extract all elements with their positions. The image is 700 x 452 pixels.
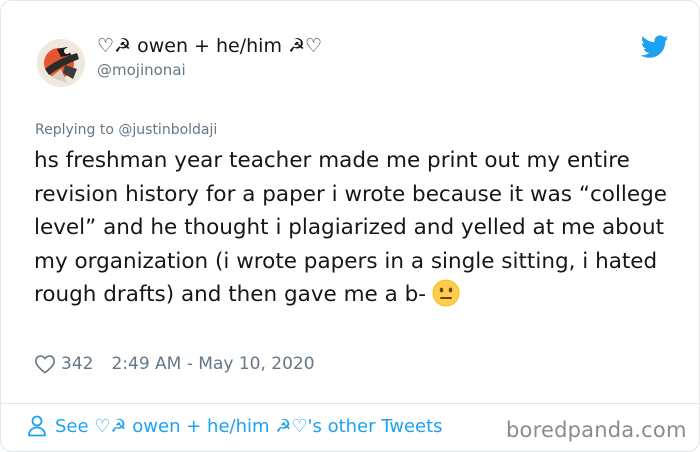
divider <box>1 403 699 404</box>
neutral-face-emoji <box>432 279 460 307</box>
person-icon <box>28 415 46 437</box>
other-tweets-label[interactable]: See ♡☭ owen + he/him ☭♡'s other Tweets <box>55 416 443 437</box>
replying-to: Replying to @justinboldaji <box>35 122 217 138</box>
like-count[interactable]: 342 <box>61 354 93 374</box>
tweet-body: hs freshman year teacher made me print o… <box>34 148 668 307</box>
heart-icon[interactable] <box>34 354 56 374</box>
user-handle[interactable]: @mojinonai <box>97 61 186 79</box>
other-tweets-link[interactable]: See ♡☭ owen + he/him ☭♡'s other Tweets <box>27 415 443 437</box>
watermark: boredpanda.com <box>506 418 687 442</box>
reply-mention-link[interactable]: @justinboldaji <box>118 122 217 138</box>
reply-prefix: Replying to <box>35 122 119 138</box>
twitter-bird-icon[interactable] <box>641 35 669 59</box>
tweet-meta: 342 2:49 AM - May 10, 2020 <box>34 351 315 377</box>
tweet-text: hs freshman year teacher made me print o… <box>34 144 674 312</box>
display-name[interactable]: ♡☭ owen + he/him ☭♡ <box>97 35 322 57</box>
tweet-card: ♡☭ owen + he/him ☭♡ @mojinonai Replying … <box>0 0 700 452</box>
avatar[interactable] <box>37 39 85 87</box>
tweet-timestamp[interactable]: 2:49 AM - May 10, 2020 <box>111 354 314 374</box>
